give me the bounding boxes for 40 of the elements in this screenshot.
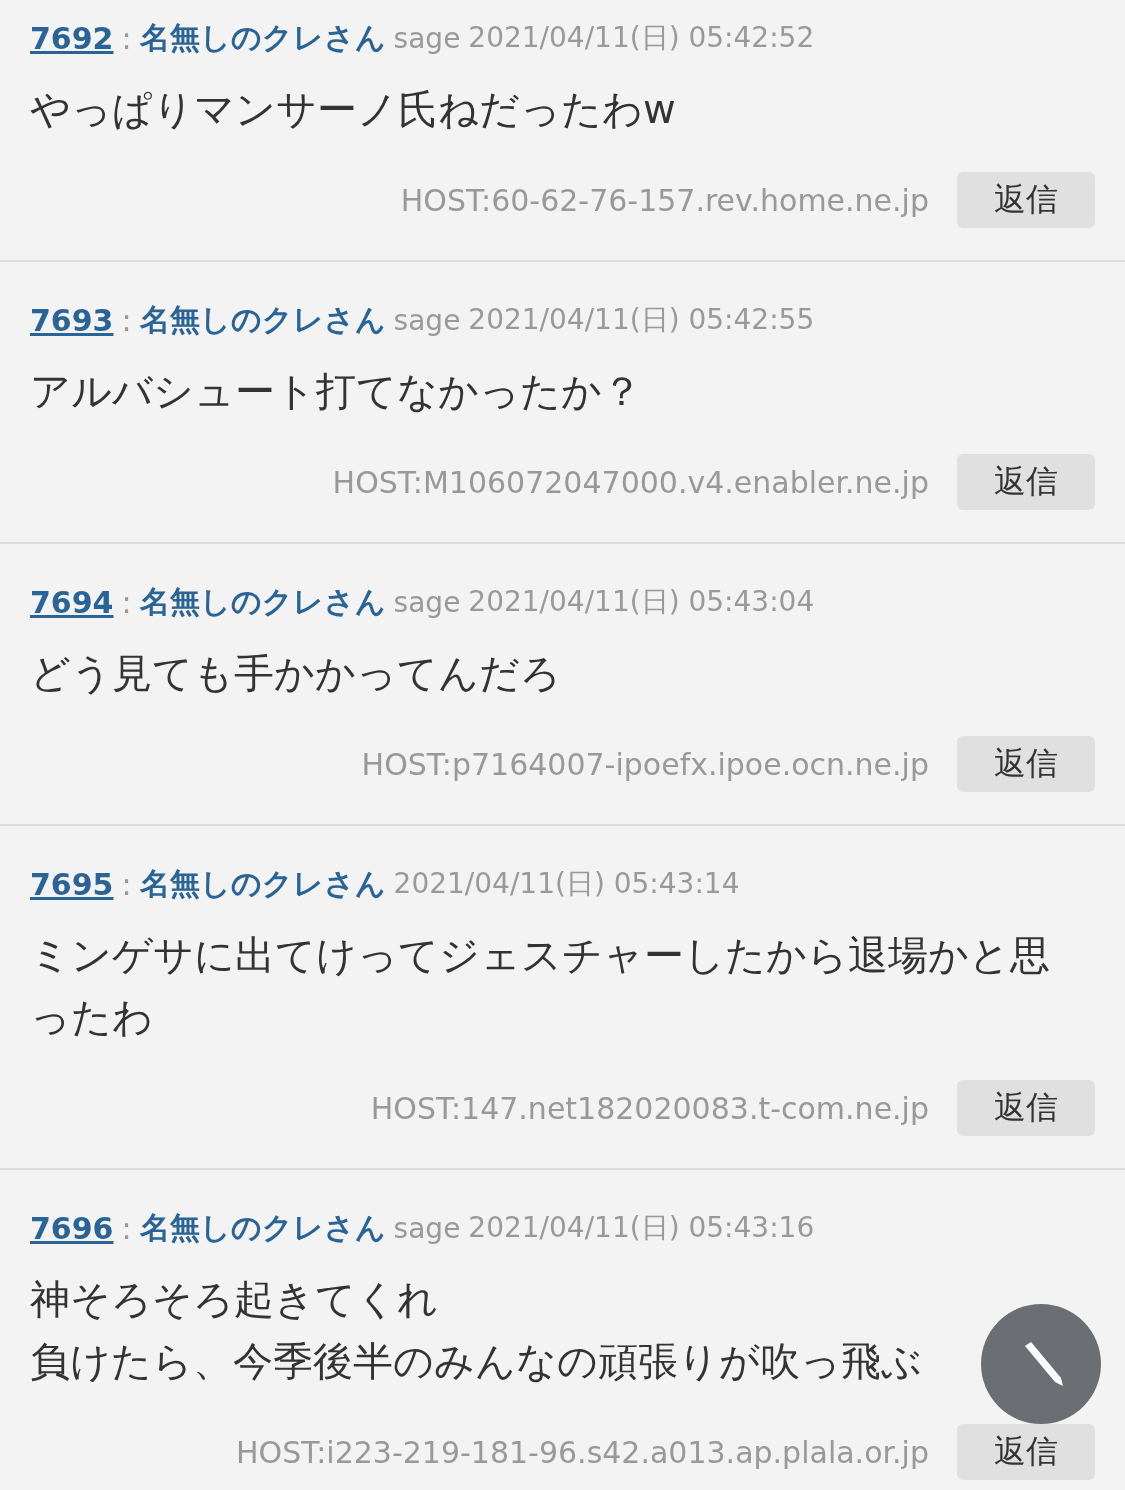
post-text: どう見ても手かかってんだろ [30, 649, 561, 698]
host-text: HOST:60-62-76-157.rev.home.ne.jp [400, 182, 929, 218]
host-text: HOST:147.net182020083.t-com.ne.jp [370, 1090, 929, 1126]
poster-name: 名無しのクレさん [139, 864, 386, 903]
post-number-link[interactable]: 7692 [30, 20, 114, 56]
post-text: やっぱりマンサーノ氏ねだったわw [30, 85, 676, 134]
post-text: 神そろそろ起きてくれ [30, 1275, 438, 1324]
mail-field: sage [393, 21, 461, 55]
reply-button[interactable]: 返信 [957, 1424, 1095, 1480]
separator: : [121, 1210, 132, 1246]
host-text: HOST:p7164007-ipoefx.ipoe.ocn.ne.jp [361, 746, 929, 782]
mail-field: sage [393, 303, 461, 337]
post-number-link[interactable]: 7696 [30, 1210, 114, 1246]
post-text: ミンゲサに出てけってジェスチャーしたから退場かと思ったわ [30, 931, 1051, 1042]
post-date: 2021/04/11(日) 05:42:52 [468, 20, 815, 56]
post-text: 負けたら、今季後半のみんなの頑張りが吹っ飛ぶ [30, 1337, 922, 1386]
post-date: 2021/04/11(日) 05:42:55 [468, 302, 815, 338]
poster-name: 名無しのクレさん [139, 300, 386, 339]
post-number-link[interactable]: 7693 [30, 302, 114, 338]
host-text: HOST:M106072047000.v4.enabler.ne.jp [332, 464, 929, 500]
poster-name: 名無しのクレさん [139, 18, 386, 57]
post-date: 2021/04/11(日) 05:43:14 [393, 866, 740, 902]
reply-button[interactable]: 返信 [957, 172, 1095, 228]
separator: : [121, 302, 132, 338]
reply-button[interactable]: 返信 [957, 736, 1095, 792]
post-number-link[interactable]: 7695 [30, 866, 114, 902]
post-date: 2021/04/11(日) 05:43:04 [468, 584, 815, 620]
poster-name: 名無しのクレさん [139, 582, 386, 621]
poster-name: 名無しのクレさん [139, 1208, 386, 1247]
mail-field: sage [393, 585, 461, 619]
mail-field: sage [393, 1211, 461, 1245]
post-number-link[interactable]: 7694 [30, 584, 114, 620]
reply-button[interactable]: 返信 [957, 454, 1095, 510]
separator: : [121, 20, 132, 56]
separator: : [121, 584, 132, 620]
post-text: アルバシュート打てなかったか？ [30, 367, 642, 416]
reply-button[interactable]: 返信 [957, 1080, 1095, 1136]
separator: : [121, 866, 132, 902]
host-text: HOST:i223-219-181-96.s42.a013.ap.plala.or.jp [236, 1434, 929, 1470]
post-date: 2021/04/11(日) 05:43:16 [468, 1210, 815, 1246]
